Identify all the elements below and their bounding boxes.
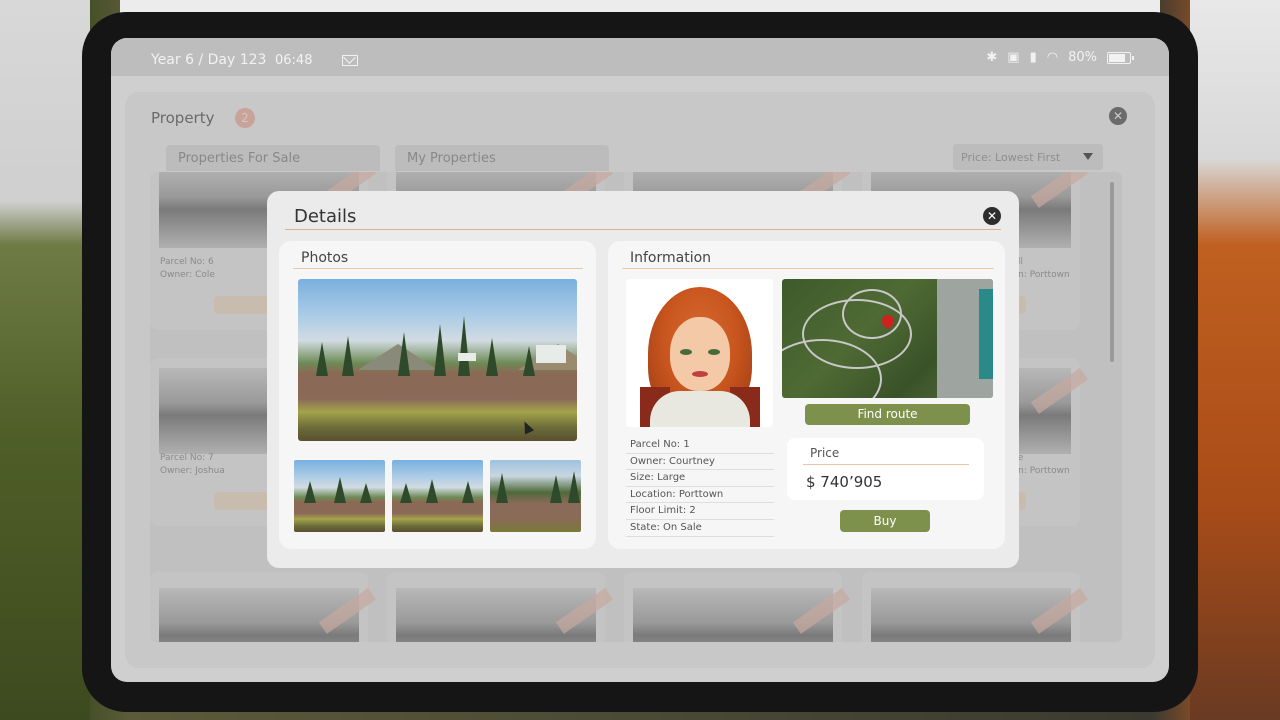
portrait-face (670, 317, 730, 391)
scrollbar[interactable] (1110, 182, 1114, 362)
battery-percent: 80% (1068, 50, 1097, 65)
tree (486, 338, 498, 377)
tree (334, 477, 346, 504)
house (458, 353, 476, 361)
bluetooth-icon: ✱ (986, 50, 998, 65)
wifi-icon: ◠ (1046, 50, 1059, 65)
background-left (0, 0, 90, 720)
property-details: Parcel No: 1 Owner: Courtney Size: Large… (626, 437, 774, 537)
card-info: Parcel No: 7 Owner: Joshua (160, 452, 225, 478)
tree (316, 342, 328, 377)
tree (523, 346, 535, 377)
mail-icon[interactable] (342, 55, 358, 66)
price-box: Price $ 740’905 (787, 438, 984, 500)
signal-icon: ▮ (1029, 50, 1037, 65)
detail-parcel: Parcel No: 1 (626, 437, 774, 454)
details-modal: Details ✕ Photos Information Find route … (267, 191, 1019, 568)
portrait-shirt (650, 391, 750, 427)
information-title: Information (630, 250, 712, 266)
tree (550, 475, 562, 504)
app-close-button[interactable]: ✕ (1109, 107, 1127, 125)
chevron-down-icon (1083, 153, 1093, 160)
tree (462, 481, 474, 504)
battery-icon (1107, 51, 1134, 64)
date-label: Year 6 / Day 123 (151, 52, 267, 68)
status-icons: ✱ ▣ ▮ ◠ 80% (986, 50, 1134, 65)
portrait-eye (680, 349, 692, 355)
location-map[interactable] (782, 279, 993, 398)
detail-owner: Owner: Courtney (626, 454, 774, 471)
property-card[interactable] (387, 572, 614, 642)
tree (398, 332, 410, 377)
card-parcel: Parcel No: 7 (160, 453, 214, 463)
card-info: Parcel No: 6 Owner: Cole (160, 256, 215, 282)
find-route-button[interactable]: Find route (805, 404, 970, 425)
status-bar: Year 6 / Day 123 06:48 ✱ ▣ ▮ ◠ 80% (111, 38, 1169, 76)
main-photo[interactable] (298, 279, 577, 441)
tree (434, 324, 446, 377)
tab-my-properties[interactable]: My Properties (395, 145, 609, 171)
owner-portrait (626, 279, 773, 427)
detail-floor-limit: Floor Limit: 2 (626, 503, 774, 520)
portrait-lips (692, 371, 708, 377)
tree (342, 336, 354, 377)
card-owner: Owner: Cole (160, 270, 215, 280)
card-parcel: Parcel No: 6 (160, 257, 214, 267)
property-card[interactable] (862, 572, 1089, 642)
map-road (842, 289, 902, 339)
notification-badge: 2 (235, 108, 255, 128)
property-card[interactable] (624, 572, 851, 642)
tree (400, 483, 412, 504)
background-right (1190, 0, 1280, 720)
photo-thumbnail[interactable] (490, 460, 581, 532)
title-divider (285, 229, 1001, 230)
tree (496, 473, 508, 504)
tree (568, 471, 580, 504)
tree (426, 479, 438, 504)
time-label: 06:48 (275, 53, 313, 68)
photos-divider (293, 268, 583, 269)
detail-size: Size: Large (626, 470, 774, 487)
modal-title: Details (294, 206, 357, 227)
buy-button[interactable]: Buy (840, 510, 930, 532)
information-divider (622, 268, 994, 269)
tree (458, 316, 470, 377)
photo-thumbnail[interactable] (392, 460, 483, 532)
tree (304, 481, 316, 504)
house (536, 345, 566, 363)
detail-state: State: On Sale (626, 520, 774, 537)
app-title: Property (151, 109, 215, 127)
price-value: $ 740’905 (806, 473, 883, 491)
card-owner: Owner: Joshua (160, 466, 225, 476)
sort-dropdown[interactable]: Price: Lowest First (953, 144, 1103, 170)
price-divider (803, 464, 969, 465)
photo-thumbnail[interactable] (294, 460, 385, 532)
sort-value: Price: Lowest First (961, 151, 1061, 164)
photos-title: Photos (301, 250, 349, 266)
sim-icon: ▣ (1007, 50, 1020, 65)
tab-properties-for-sale[interactable]: Properties For Sale (166, 145, 380, 171)
map-water (979, 289, 993, 379)
property-card[interactable] (150, 572, 377, 642)
modal-close-button[interactable]: ✕ (983, 207, 1001, 225)
detail-location: Location: Porttown (626, 487, 774, 504)
portrait-eye (708, 349, 720, 355)
tree (360, 483, 372, 504)
price-label: Price (810, 446, 840, 460)
